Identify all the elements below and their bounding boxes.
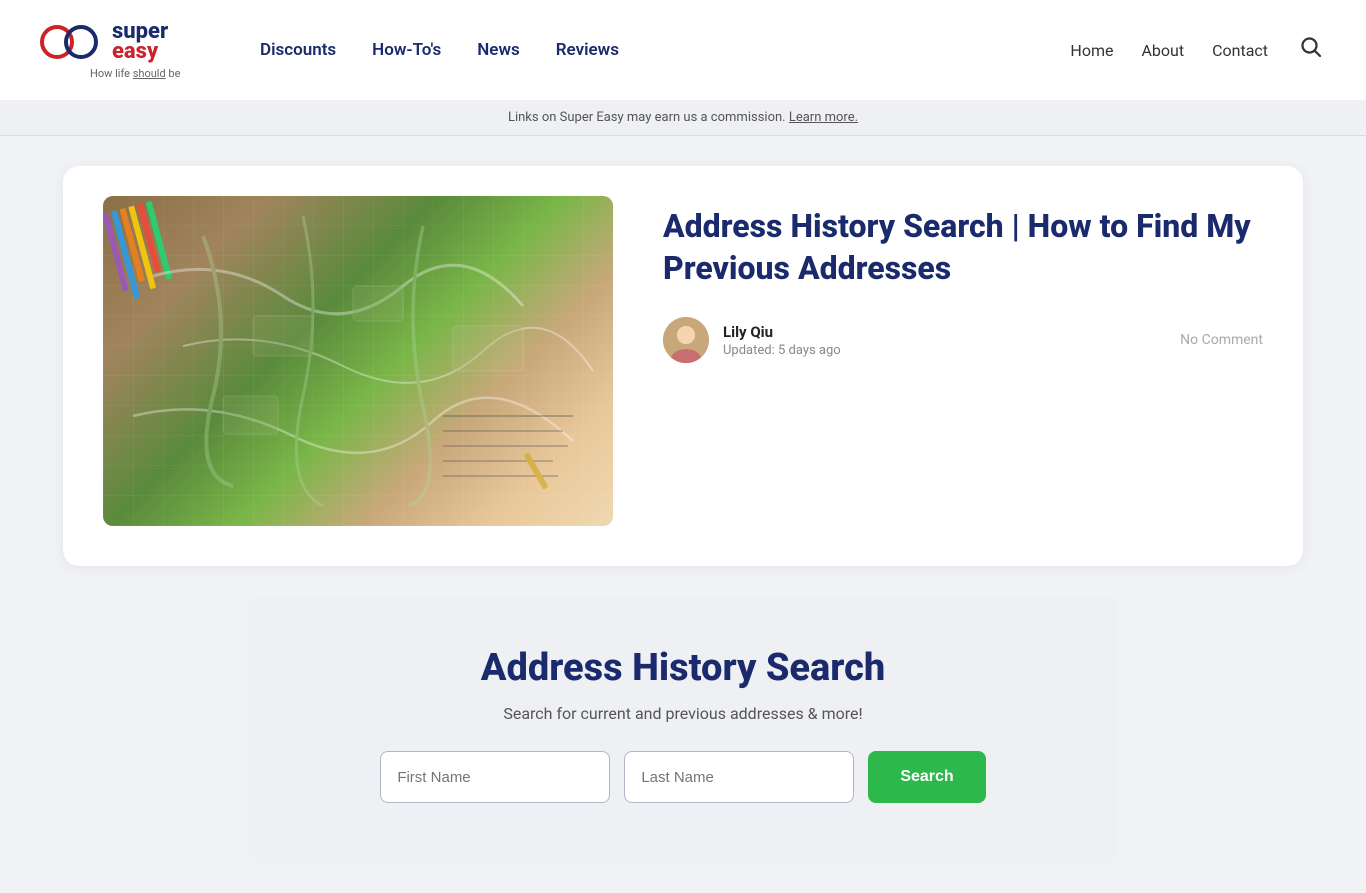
last-name-input[interactable] <box>624 751 854 803</box>
article-image-bg <box>103 196 613 526</box>
search-widget-title: Address History Search <box>288 646 1078 690</box>
first-name-input[interactable] <box>380 751 610 803</box>
right-nav: Home About Contact <box>1070 32 1326 68</box>
author-avatar <box>663 317 709 363</box>
hand-writing-svg <box>433 396 583 496</box>
nav-discounts[interactable]: Discounts <box>260 40 336 60</box>
author-name: Lily Qiu <box>723 323 841 341</box>
search-icon <box>1300 36 1322 58</box>
logo-tagline: How life should be <box>90 67 180 80</box>
nav-news[interactable]: News <box>477 40 519 60</box>
nav-reviews[interactable]: Reviews <box>556 40 619 60</box>
author-row: Lily Qiu Updated: 5 days ago No Comment <box>663 317 1263 363</box>
learn-more-link[interactable]: Learn more. <box>789 110 858 125</box>
article-image <box>103 196 613 526</box>
site-header: super easy How life should be Discounts … <box>0 0 1366 100</box>
search-widget-subtitle: Search for current and previous addresse… <box>288 704 1078 723</box>
no-comment: No Comment <box>1180 332 1263 348</box>
nav-home[interactable]: Home <box>1070 41 1113 60</box>
avatar-svg <box>663 317 709 363</box>
main-content: Address History Search | How to Find My … <box>33 166 1333 863</box>
nav-howtos[interactable]: How-To's <box>372 40 441 60</box>
nav-contact[interactable]: Contact <box>1212 41 1268 60</box>
article-title: Address History Search | How to Find My … <box>663 206 1263 289</box>
logo[interactable]: super easy How life should be <box>40 21 210 80</box>
search-form: Search <box>288 751 1078 803</box>
commission-banner: Links on Super Easy may earn us a commis… <box>0 100 1366 136</box>
logo-text: super easy <box>112 21 168 63</box>
article-content: Address History Search | How to Find My … <box>663 196 1263 363</box>
search-widget: Address History Search Search for curren… <box>248 596 1118 863</box>
article-card: Address History Search | How to Find My … <box>63 166 1303 566</box>
logo-circle-blue <box>64 25 98 59</box>
search-button[interactable] <box>1296 32 1326 68</box>
search-submit-button[interactable]: Search <box>868 751 985 803</box>
author-updated: Updated: 5 days ago <box>723 343 841 358</box>
author-info: Lily Qiu Updated: 5 days ago <box>723 323 841 358</box>
logo-easy: easy <box>112 41 168 63</box>
nav-about[interactable]: About <box>1141 41 1184 60</box>
logo-circles <box>40 25 98 59</box>
main-nav: Discounts How-To's News Reviews <box>260 40 1070 60</box>
